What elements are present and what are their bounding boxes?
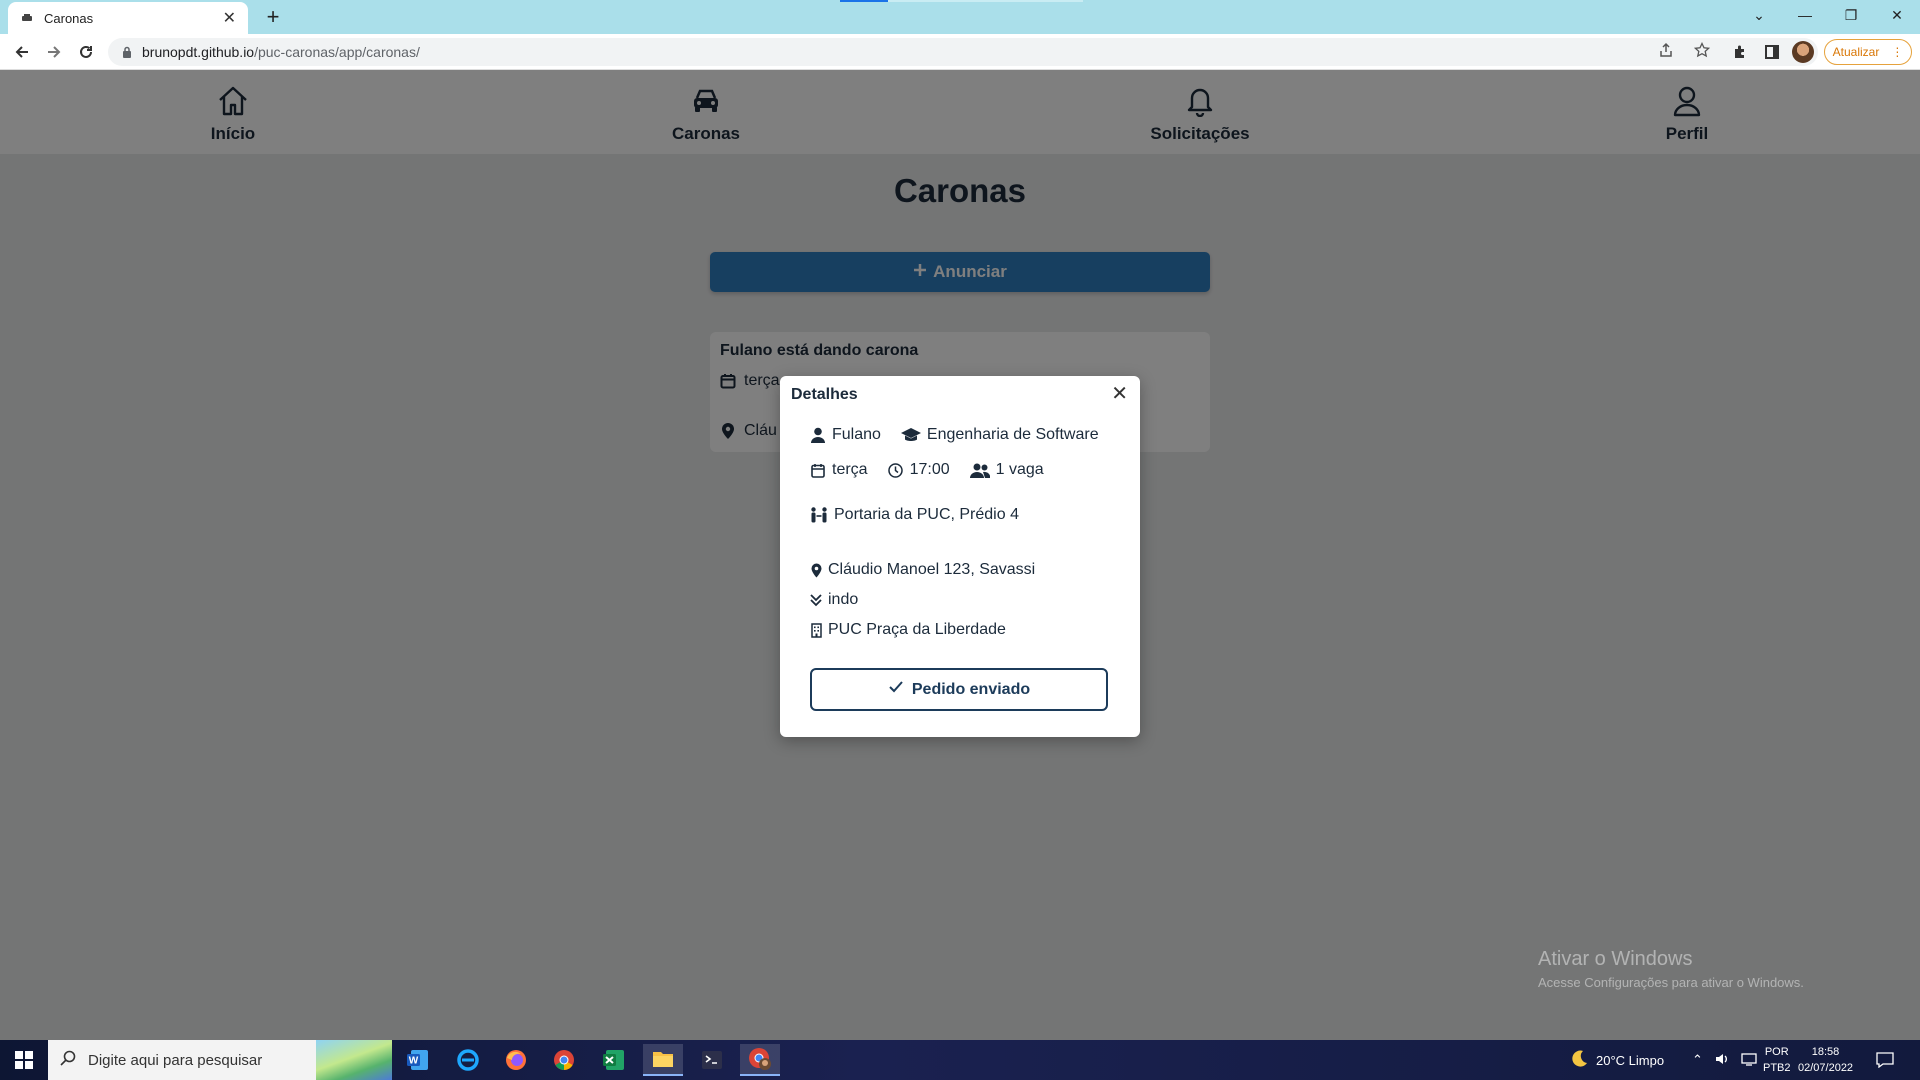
profile-avatar[interactable] [1792,41,1814,63]
graduation-cap-icon [900,427,921,443]
system-tray-icons: ⌃ [1692,1040,1757,1080]
forward-arrow-icon [48,46,61,58]
driver-name: Fulano [832,426,881,443]
word-app-icon[interactable]: W [398,1044,438,1076]
tab-close-icon[interactable]: ✕ [223,8,236,28]
notifications-icon[interactable] [1876,1040,1894,1080]
address-row: Cláudio Manoel 123, Savassi [810,561,1035,579]
svg-text:W: W [409,1056,419,1067]
restore-button[interactable]: ❐ [1828,0,1874,30]
tab-search-icon[interactable]: ⌄ [1736,0,1782,30]
excel-app-icon[interactable] [594,1044,634,1076]
people-arrows-icon [810,507,828,523]
request-sent-button[interactable]: Pedido enviado [810,668,1108,711]
side-panel-icon[interactable] [1758,38,1786,66]
calendar-icon [810,462,826,478]
modal-close-icon[interactable]: ✕ [1111,384,1128,404]
weather-text: 20°C Limpo [1596,1052,1665,1068]
new-tab-button[interactable]: + [260,4,286,30]
ride-direction: indo [828,591,859,608]
search-highlight-art [316,1040,392,1080]
windows-taskbar: Digite aqui para pesquisar W 20°C Limpo … [0,1040,1920,1080]
clock-time: 18:58 [1811,1046,1840,1058]
chrome-profile-window-icon[interactable] [740,1044,780,1076]
windows-logo-icon [15,1051,33,1069]
share-icon[interactable] [1658,42,1674,63]
update-button[interactable]: Atualizar ⋮ [1824,39,1912,65]
close-window-button[interactable]: ✕ [1874,0,1920,30]
building-icon [810,622,822,638]
tab-title: Caronas [44,10,94,26]
terminal-app-icon[interactable] [692,1044,732,1076]
tab-strip-indicator-secondary [888,0,1083,2]
update-label: Atualizar [1832,45,1880,59]
search-icon [60,1050,76,1070]
forward-button[interactable] [40,38,68,66]
check-icon [888,680,904,699]
users-icon [969,462,990,478]
back-button[interactable] [8,38,36,66]
driver-course: Engenharia de Software [926,426,1099,443]
file-explorer-icon[interactable] [643,1044,683,1076]
weather-widget[interactable]: 20°C Limpo [1570,1040,1664,1080]
start-button[interactable] [0,1040,48,1080]
watermark-line2: Acesse Configurações para ativar o Windo… [1538,975,1804,990]
request-sent-label: Pedido enviado [911,680,1031,698]
internet-explorer-icon[interactable] [448,1044,488,1076]
browser-tab[interactable]: Caronas ✕ [8,2,248,34]
driver-row: Fulano Engenharia de Software [810,426,1113,444]
address-bar[interactable]: brunopdt.github.io/puc-caronas/app/caron… [108,38,1818,66]
reload-icon [80,45,92,58]
user-solid-icon [810,427,826,443]
ride-seats: 1 vaga [995,461,1044,478]
chevrons-down-icon [810,592,822,608]
meeting-point: Portaria da PUC, Prédio 4 [834,506,1019,523]
clock-icon [888,462,904,478]
url-path: /puc-caronas/app/caronas/ [254,44,420,60]
ride-time: 17:00 [909,461,950,478]
location-pin-icon [810,562,822,578]
browser-tab-strip: Caronas ✕ + ⌄ — ❐ ✕ [0,0,1920,34]
back-arrow-icon [15,46,28,58]
schedule-row: terça 17:00 1 vaga [810,461,1058,479]
volume-icon[interactable] [1715,1052,1729,1069]
reload-button[interactable] [72,38,100,66]
search-placeholder: Digite aqui para pesquisar [88,1051,263,1069]
watermark-line1: Ativar o Windows [1538,948,1693,970]
chevron-up-icon[interactable]: ⌃ [1692,1052,1703,1068]
lang-line1: POR [1764,1046,1789,1058]
car-favicon-icon [20,11,34,25]
url-host: brunopdt.github.io [142,44,255,60]
menu-dots-icon: ⋮ [1891,45,1904,59]
taskbar-search[interactable]: Digite aqui para pesquisar [48,1040,392,1080]
modal-title: Detalhes [791,386,858,403]
taskbar-clock[interactable]: 18:58 02/07/2022 [1798,1044,1853,1076]
minimize-button[interactable]: — [1782,0,1828,30]
omnibox-actions [1658,41,1711,63]
destination: PUC Praça da Liberdade [828,621,1006,638]
moon-icon [1570,1050,1588,1071]
meeting-point-row: Portaria da PUC, Prédio 4 [810,506,1019,524]
lock-icon [123,46,131,58]
tab-strip-indicator [840,0,888,2]
chrome-icon[interactable] [544,1044,584,1076]
clock-date: 02/07/2022 [1798,1062,1854,1074]
ride-day: terça [832,461,868,478]
details-modal: Detalhes ✕ Fulano Engenharia de Software… [780,376,1140,737]
bookmark-star-icon[interactable] [1693,41,1711,63]
firefox-icon[interactable] [496,1044,536,1076]
origin-address: Cláudio Manoel 123, Savassi [828,561,1036,578]
extensions-puzzle-icon[interactable] [1726,38,1754,66]
browser-toolbar: brunopdt.github.io/puc-caronas/app/caron… [0,34,1920,70]
direction-row: indo [810,591,858,609]
destination-row: PUC Praça da Liberdade [810,621,1006,639]
windows-activation-watermark: Ativar o Windows Acesse Configurações pa… [1538,948,1804,990]
network-icon[interactable] [1741,1052,1757,1069]
language-indicator[interactable]: POR PTB2 [1763,1044,1791,1076]
lang-line2: PTB2 [1763,1062,1791,1074]
